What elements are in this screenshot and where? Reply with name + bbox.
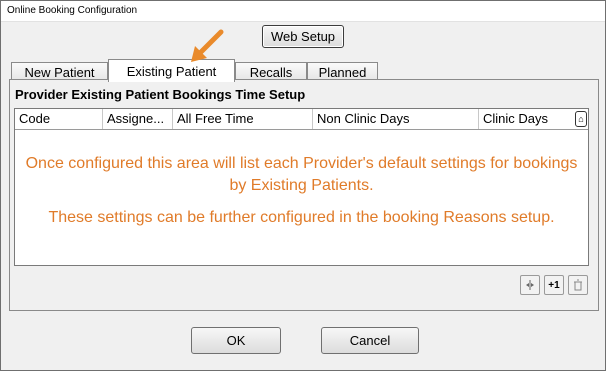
window-title: Online Booking Configuration [7,5,138,16]
empty-grid-note: These settings can be further configured… [48,209,555,226]
column-header-all-free-time[interactable]: All Free Time [173,109,313,129]
column-chooser-icon[interactable]: ⌂ [575,111,587,127]
column-header-non-clinic-days[interactable]: Non Clinic Days [313,109,479,129]
split-icon[interactable] [520,275,540,295]
ok-button[interactable]: OK [191,327,281,354]
empty-grid-message: Once configured this area will list each… [25,155,578,194]
title-bar: Online Booking Configuration [1,1,605,22]
column-header-code[interactable]: Code [15,109,103,129]
plus-one-button[interactable]: +1 [544,275,564,295]
cancel-button[interactable]: Cancel [321,327,419,354]
column-header-clinic-days[interactable]: Clinic Days [479,109,575,129]
column-header-assigned[interactable]: Assigne... [103,109,173,129]
annotation-arrow-icon [191,29,224,62]
trash-icon[interactable] [568,275,588,295]
provider-grid[interactable]: Code Assigne... All Free Time Non Clinic… [14,108,589,266]
web-setup-button[interactable]: Web Setup [262,25,344,48]
dialog-window: Online Booking Configuration Web Setup N… [0,0,606,371]
panel-title: Provider Existing Patient Bookings Time … [15,87,306,102]
grid-header: Code Assigne... All Free Time Non Clinic… [15,109,588,130]
